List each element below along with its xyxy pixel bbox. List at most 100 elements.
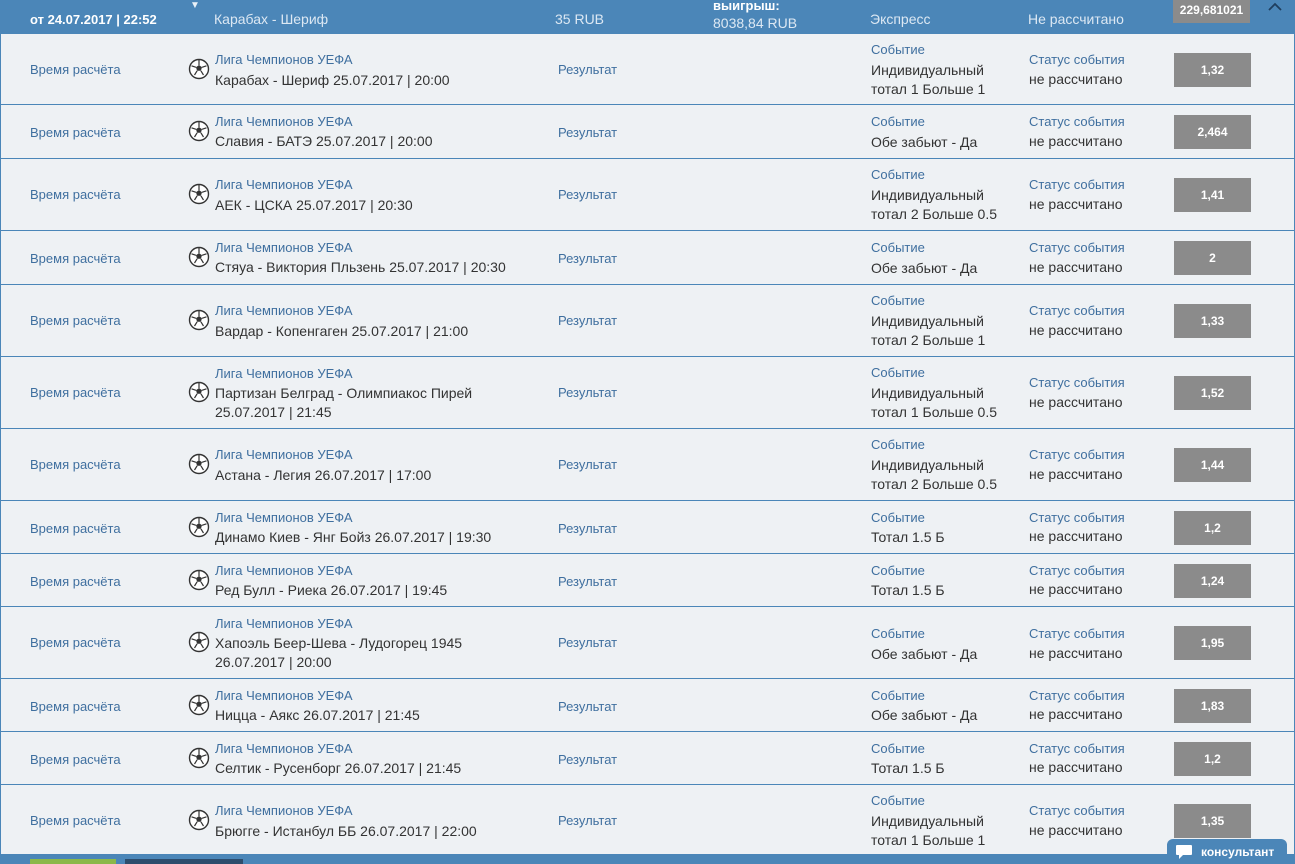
event-text: Индивидуальный тотал 1 Больше 1 bbox=[871, 813, 986, 848]
event-status-label: Статус события bbox=[1029, 177, 1125, 192]
calc-time-link[interactable]: Время расчёта bbox=[30, 521, 121, 536]
result-link[interactable]: Результат bbox=[558, 187, 617, 202]
event-text: Тотал 1.5 Б bbox=[871, 582, 945, 598]
calc-time-link[interactable]: Время расчёта bbox=[30, 187, 121, 202]
event-label: Событие bbox=[871, 114, 925, 129]
league-name: Лига Чемпионов УЕФА bbox=[215, 240, 353, 255]
table-row: Время расчёта Лига Чемпионов УЕФА АЕК - ЦС… bbox=[0, 159, 1295, 231]
table-row: Время расчёта Лига Чемпионов УЕФА Ред Булл… bbox=[0, 554, 1295, 607]
league-name: Лига Чемпионов УЕФА bbox=[215, 688, 353, 703]
event-text: Обе забьют - Да bbox=[871, 646, 978, 662]
event-text: Индивидуальный тотал 2 Больше 0.5 bbox=[871, 187, 998, 222]
bet-id-badge: 229,681021 bbox=[1173, 0, 1250, 23]
odds-badge: 1,2 bbox=[1174, 511, 1251, 545]
event-label: Событие bbox=[871, 240, 925, 255]
odds-badge: 1,44 bbox=[1174, 448, 1251, 482]
caret-down-icon[interactable]: ▼ bbox=[190, 0, 200, 11]
calc-time-link[interactable]: Время расчёта bbox=[30, 62, 121, 77]
result-link[interactable]: Результат bbox=[558, 251, 617, 266]
event-status-label: Статус события bbox=[1029, 447, 1125, 462]
event-label: Событие bbox=[871, 741, 925, 756]
odds-badge: 2 bbox=[1174, 241, 1251, 275]
event-status-label: Статус события bbox=[1029, 240, 1125, 255]
calc-time-link[interactable]: Время расчёта bbox=[30, 699, 121, 714]
league-name: Лига Чемпионов УЕФА bbox=[215, 563, 353, 578]
event-status-value: не рассчитано bbox=[1029, 581, 1123, 597]
odds-badge: 1,32 bbox=[1174, 53, 1251, 87]
table-row: Время расчёта Лига Чемпионов УЕФА Селтик -… bbox=[0, 732, 1295, 785]
soccer-ball-icon bbox=[188, 694, 210, 716]
league-name: Лига Чемпионов УЕФА bbox=[215, 303, 353, 318]
result-link[interactable]: Результат bbox=[558, 457, 617, 472]
event-status-label: Статус события bbox=[1029, 626, 1125, 641]
result-link[interactable]: Результат bbox=[558, 62, 617, 77]
table-row: Время расчёта Лига Чемпионов УЕФА Партизан… bbox=[0, 357, 1295, 429]
win-label: выигрыш: bbox=[713, 0, 780, 13]
match-name: Селтик - Русенборг 26.07.2017 | 21:45 bbox=[215, 760, 462, 776]
event-label: Событие bbox=[871, 793, 925, 808]
event-text: Обе забьют - Да bbox=[871, 260, 978, 276]
event-status-value: не рассчитано bbox=[1029, 196, 1123, 212]
event-label: Событие bbox=[871, 626, 925, 641]
calc-time-link[interactable]: Время расчёта bbox=[30, 125, 121, 140]
match-name: Вардар - Копенгаген 25.07.2017 | 21:00 bbox=[215, 323, 469, 339]
event-label: Событие bbox=[871, 365, 925, 380]
result-link[interactable]: Результат bbox=[558, 125, 617, 140]
soccer-ball-icon bbox=[188, 631, 210, 653]
event-text: Индивидуальный тотал 1 Больше 0.5 bbox=[871, 385, 998, 420]
result-link[interactable]: Результат bbox=[558, 752, 617, 767]
table-row: Время расчёта Лига Чемпионов УЕФА Стяуа - … bbox=[0, 231, 1295, 285]
league-name: Лига Чемпионов УЕФА bbox=[215, 366, 353, 381]
league-name: Лига Чемпионов УЕФА bbox=[215, 52, 353, 67]
consultant-label: консультант bbox=[1201, 844, 1275, 859]
event-status-value: не рассчитано bbox=[1029, 822, 1123, 838]
event-status-value: не рассчитано bbox=[1029, 645, 1123, 661]
event-text: Индивидуальный тотал 1 Больше 1 bbox=[871, 62, 986, 97]
result-link[interactable]: Результат bbox=[558, 635, 617, 650]
soccer-ball-icon bbox=[188, 183, 210, 205]
table-row: Время расчёта Лига Чемпионов УЕФА Динамо К… bbox=[0, 501, 1295, 554]
event-status-label: Статус события bbox=[1029, 375, 1125, 390]
result-link[interactable]: Результат bbox=[558, 385, 617, 400]
event-text: Обе забьют - Да bbox=[871, 707, 978, 723]
consultant-button[interactable]: консультант bbox=[1167, 839, 1287, 864]
result-link[interactable]: Результат bbox=[558, 521, 617, 536]
league-name: Лига Чемпионов УЕФА bbox=[215, 510, 353, 525]
event-text: Индивидуальный тотал 2 Больше 0.5 bbox=[871, 457, 998, 492]
table-row: Время расчёта Лига Чемпионов УЕФА Карабах … bbox=[0, 34, 1295, 105]
result-link[interactable]: Результат bbox=[558, 313, 617, 328]
calc-time-link[interactable]: Время расчёта bbox=[30, 313, 121, 328]
bet-type: Экспресс bbox=[870, 11, 931, 27]
league-name: Лига Чемпионов УЕФА bbox=[215, 114, 353, 129]
odds-badge: 1,24 bbox=[1174, 564, 1251, 598]
odds-badge: 1,35 bbox=[1174, 804, 1251, 838]
calc-time-link[interactable]: Время расчёта bbox=[30, 385, 121, 400]
match-name: Карабах - Шериф 25.07.2017 | 20:00 bbox=[215, 72, 450, 88]
odds-badge: 1,83 bbox=[1174, 689, 1251, 723]
result-link[interactable]: Результат bbox=[558, 813, 617, 828]
event-status-label: Статус события bbox=[1029, 563, 1125, 578]
bottom-green-tab[interactable] bbox=[30, 859, 116, 864]
result-link[interactable]: Результат bbox=[558, 574, 617, 589]
calc-time-link[interactable]: Время расчёта bbox=[30, 457, 121, 472]
calc-time-link[interactable]: Время расчёта bbox=[30, 752, 121, 767]
event-status-value: не рассчитано bbox=[1029, 466, 1123, 482]
event-label: Событие bbox=[871, 688, 925, 703]
event-label: Событие bbox=[871, 42, 925, 57]
event-status-label: Статус события bbox=[1029, 114, 1125, 129]
soccer-ball-icon bbox=[188, 516, 210, 538]
result-link[interactable]: Результат bbox=[558, 699, 617, 714]
calc-time-link[interactable]: Время расчёта bbox=[30, 635, 121, 650]
bottom-dark-tab[interactable] bbox=[125, 859, 243, 864]
event-label: Событие bbox=[871, 167, 925, 182]
chevron-up-icon[interactable] bbox=[1266, 0, 1284, 16]
table-row: Время расчёта Лига Чемпионов УЕФА Славия -… bbox=[0, 105, 1295, 159]
bet-header[interactable]: от 24.07.2017 | 22:52 ▼ Карабах - Шериф … bbox=[0, 0, 1295, 34]
event-status-label: Статус события bbox=[1029, 688, 1125, 703]
soccer-ball-icon bbox=[188, 58, 210, 80]
calc-time-link[interactable]: Время расчёта bbox=[30, 813, 121, 828]
odds-badge: 1,33 bbox=[1174, 304, 1251, 338]
event-status-value: не рассчитано bbox=[1029, 259, 1123, 275]
calc-time-link[interactable]: Время расчёта bbox=[30, 574, 121, 589]
calc-time-link[interactable]: Время расчёта bbox=[30, 251, 121, 266]
